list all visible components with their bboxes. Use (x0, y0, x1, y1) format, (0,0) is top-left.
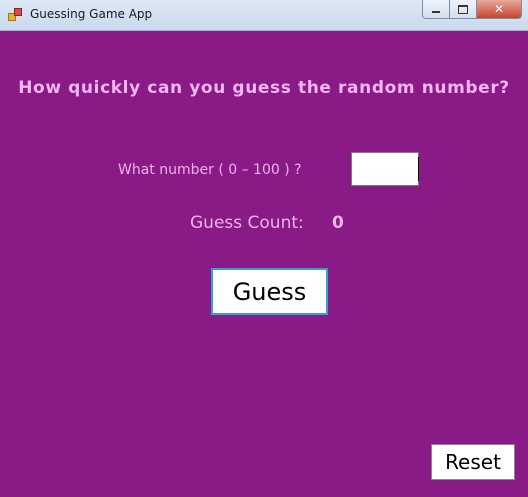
reset-button[interactable]: Reset (431, 444, 515, 480)
maximize-icon (458, 4, 468, 14)
app-icon (8, 8, 22, 21)
title-bar[interactable]: Guessing Game App ✕ (0, 0, 528, 31)
close-button[interactable]: ✕ (477, 0, 522, 19)
minimize-button[interactable] (422, 0, 450, 19)
guess-count-label: Guess Count: (190, 213, 304, 233)
number-prompt-label: What number ( 0 – 100 ) ? (118, 162, 302, 178)
number-input[interactable] (351, 152, 419, 186)
headline: How quickly can you guess the random num… (18, 78, 510, 98)
app-window: Guessing Game App ✕ How quickly can you … (0, 0, 528, 497)
guess-button[interactable]: Guess (211, 268, 328, 315)
minimize-icon (432, 11, 440, 13)
guess-count-value: 0 (332, 213, 344, 233)
window-title: Guessing Game App (30, 7, 153, 21)
maximize-button[interactable] (450, 0, 477, 19)
window-controls: ✕ (422, 0, 522, 20)
text-caret (418, 157, 419, 181)
close-icon: ✕ (493, 2, 505, 16)
